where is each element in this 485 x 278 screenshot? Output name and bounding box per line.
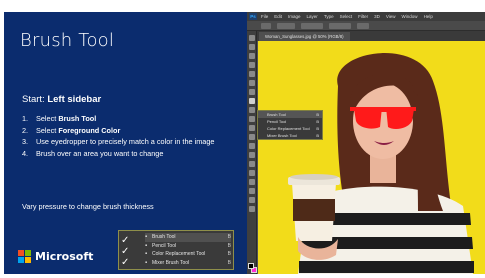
step-item: 2. Select Foreground Color [22,126,244,136]
gradient-tool-icon[interactable] [249,134,255,140]
mode-select[interactable] [277,23,295,29]
flow-field[interactable] [329,23,351,29]
menu-window[interactable]: Window [402,14,418,19]
brush-tool-flyout-callout: ✓ ✓ ✓ ▪ Brush Tool B ▪ Pencil Tool B ▪ C… [118,230,234,270]
step-text: Select Foreground Color [36,125,121,135]
pen-tool-icon[interactable] [249,161,255,167]
menu-edit[interactable]: Edit [274,14,282,19]
ps-flyout-color-replacement-tool[interactable]: Color Replacement Tool B [258,125,322,132]
check-icon: ✓ [121,257,130,268]
document-canvas[interactable] [258,41,485,274]
menu-select[interactable]: Select [340,14,353,19]
flyout-item-mixer-brush-tool[interactable]: ▪ Mixer Brush Tool B [145,259,231,268]
clone-stamp-tool-icon[interactable] [249,107,255,113]
flyout-item-brush-tool[interactable]: ▪ Brush Tool B [145,233,231,242]
ps-flyout-brush-tool[interactable]: Brush Tool B [258,111,322,118]
type-tool-icon[interactable] [249,170,255,176]
check-icon: ✓ [121,235,130,246]
brush-icon: ▪ [145,234,148,241]
menu-layer[interactable]: Layer [307,14,318,19]
step-number: 4. [22,148,29,158]
blur-tool-icon[interactable] [249,143,255,149]
lasso-tool-icon[interactable] [249,53,255,59]
path-select-tool-icon[interactable] [249,179,255,185]
step-number: 2. [22,125,29,135]
pencil-icon: ▪ [145,242,148,249]
menu-help[interactable]: Help [424,14,433,19]
step-number: 1. [22,114,29,123]
dodge-tool-icon[interactable] [249,152,255,158]
move-tool-icon[interactable] [249,35,255,41]
shape-tool-icon[interactable] [249,188,255,194]
step-item: 3. Use eyedropper to precisely match a c… [22,137,244,147]
brush-preset-picker[interactable] [261,23,271,29]
microsoft-squares-icon [18,250,31,263]
eyedropper-tool-icon[interactable] [249,80,255,86]
brush-tool-icon[interactable] [249,98,255,104]
photoshop-window: Ps File Edit Image Layer Type Select Fil… [247,12,485,274]
menu-bar: Ps File Edit Image Layer Type Select Fil… [247,12,485,21]
document-tab-bar: Woman_Sunglasses.jpg @ 50% (RGB/8) [257,31,485,41]
options-bar [247,21,485,31]
ps-flyout-mixer-brush-tool[interactable]: Mixer Brush Tool B [258,132,322,139]
menu-file[interactable]: File [261,14,268,19]
slide-title: Brush Tool [20,30,115,51]
foreground-color-swatch[interactable] [248,263,254,269]
menu-view[interactable]: View [386,14,396,19]
step-number: 3. [22,137,29,146]
flyout-list: ▪ Brush Tool B ▪ Pencil Tool B ▪ Color R… [145,233,231,267]
document-tab[interactable]: Woman_Sunglasses.jpg @ 50% (RGB/8) [259,32,350,41]
coffee-cup [288,174,340,241]
step-item: 4. Brush over an area you want to change [22,149,244,159]
screenshot-frame: Brush Tool Start: Left sidebar 1. Select… [0,0,485,278]
step-text: Use eyedropper to precisely match a colo… [36,137,215,146]
history-brush-tool-icon[interactable] [249,116,255,122]
step-text: Brush over an area you want to change [36,148,164,158]
microsoft-wordmark: Microsoft [35,250,94,263]
steps-list: 1. Select Brush Tool 2. Select Foregroun… [22,114,244,160]
step-text: Select Brush Tool [36,114,97,123]
menu-image[interactable]: Image [288,14,301,19]
mixer-brush-icon: ▪ [145,260,148,267]
flyout-item-pencil-tool[interactable]: ▪ Pencil Tool B [145,242,231,251]
start-line: Start: Left sidebar [22,94,101,105]
airbrush-toggle[interactable] [357,23,369,29]
crop-tool-icon[interactable] [249,71,255,77]
hand-tool-icon[interactable] [249,197,255,203]
step-item: 1. Select Brush Tool [22,114,244,124]
microsoft-logo: Microsoft [18,250,93,263]
ps-flyout-pencil-tool[interactable]: Pencil Tool B [258,118,322,125]
opacity-field[interactable] [301,23,323,29]
start-prefix: Start: [22,94,48,105]
checkmark-icons: ✓ ✓ ✓ [121,235,143,268]
healing-tool-icon[interactable] [249,89,255,95]
check-icon: ✓ [121,246,130,257]
menu-type[interactable]: Type [324,14,334,19]
zoom-tool-icon[interactable] [249,206,255,212]
tools-panel [247,31,257,274]
photoshop-logo-icon: Ps [249,13,257,20]
color-replacement-icon: ▪ [145,251,148,258]
flyout-item-color-replacement-tool[interactable]: ▪ Color Replacement Tool B [145,250,231,259]
woman-photo [288,53,474,274]
marquee-tool-icon[interactable] [249,44,255,50]
menu-3d[interactable]: 3D [374,14,380,19]
pressure-note: Vary pressure to change brush thickness [22,202,154,211]
tools-flyout-menu: Brush Tool B Pencil Tool B Color Replaceme… [257,110,323,140]
eraser-tool-icon[interactable] [249,125,255,131]
menu-filter[interactable]: Filter [358,14,368,19]
start-location: Left sidebar [47,94,102,105]
quick-select-tool-icon[interactable] [249,62,255,68]
